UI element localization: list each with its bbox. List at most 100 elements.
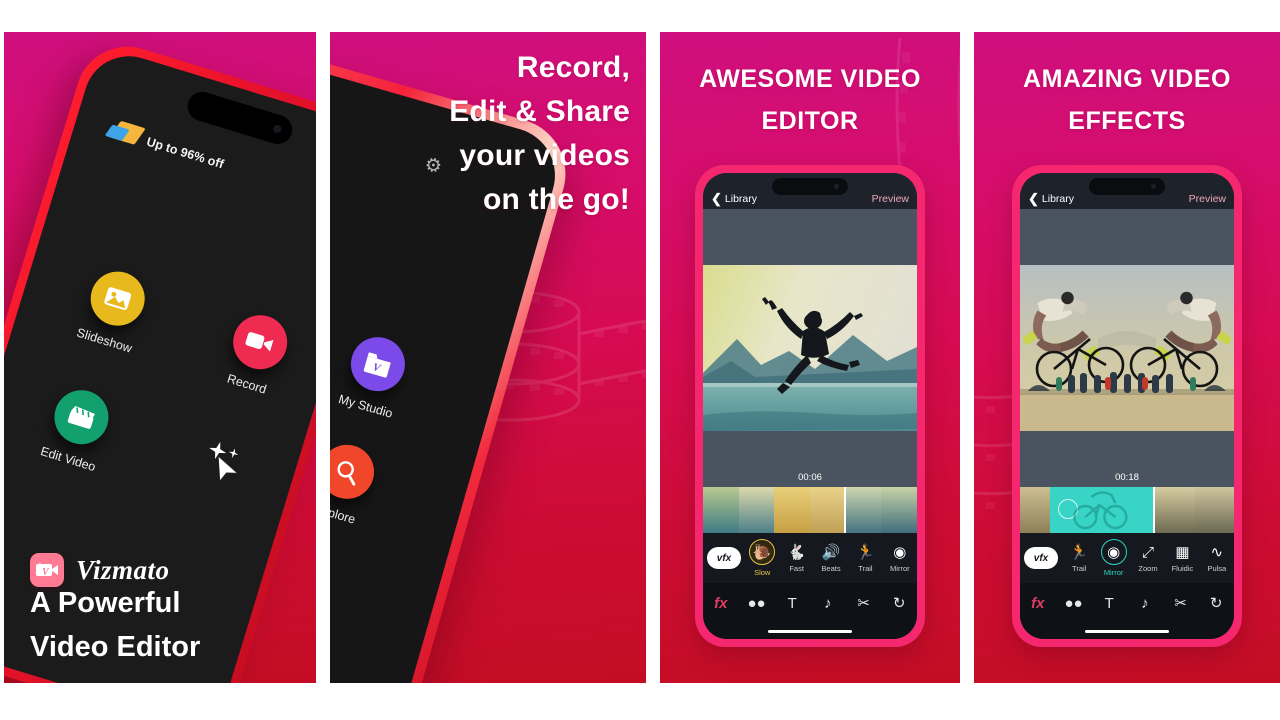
effect-label: Trail <box>858 564 873 573</box>
effect-label: Trail <box>1072 564 1087 573</box>
playhead[interactable] <box>1152 487 1155 533</box>
cut-tool-icon[interactable]: ✂ <box>846 594 882 612</box>
vfx-toggle-button[interactable]: vfx <box>1024 547 1058 569</box>
home-indicator <box>703 623 917 639</box>
video-camera-icon <box>225 308 294 376</box>
text-tool-icon[interactable]: T <box>1091 595 1127 612</box>
home-tile-label: Explore <box>330 501 358 527</box>
music-tool-icon[interactable]: ♪ <box>1127 595 1163 612</box>
timeline-clip-selected[interactable] <box>1049 487 1153 533</box>
speed-tool-icon[interactable]: ↻ <box>881 594 917 612</box>
promo-label: Up to 96% off <box>144 134 226 172</box>
effect-zoom[interactable]: ⤢ Zoom <box>1131 543 1165 574</box>
effect-pulsate[interactable]: ∿ Pulsa <box>1200 543 1234 574</box>
video-preview-stage[interactable]: 00:18 <box>1020 209 1234 487</box>
home-tile-edit-video[interactable]: Edit Video <box>4 372 152 485</box>
timeline-thumb[interactable] <box>1020 487 1050 533</box>
cursor-sparkle-icon <box>190 427 257 494</box>
fx-tool-icon[interactable]: fx <box>703 595 739 612</box>
sale-tag-icon <box>104 118 146 150</box>
panel-headline: AWESOME VIDEO EDITOR <box>660 58 960 142</box>
effect-beats[interactable]: 🔊 Beats <box>814 543 848 574</box>
effect-mirror[interactable]: ◉ Mirror <box>883 543 917 574</box>
home-action-list: V My Studio Explore <box>330 330 412 528</box>
headline-line-3: your videos <box>459 139 630 172</box>
vfx-toggle-button[interactable]: vfx <box>707 547 741 569</box>
speed-tool-icon[interactable]: ↻ <box>1198 594 1234 612</box>
effect-fluidic[interactable]: ▦ Fluidic <box>1165 543 1199 574</box>
effect-label: Mirror <box>890 564 910 573</box>
timeline-strip[interactable] <box>1020 487 1234 533</box>
timeline-thumb[interactable] <box>845 487 882 533</box>
timeline-thumb[interactable] <box>810 487 846 533</box>
timeline-thumb[interactable] <box>881 487 917 533</box>
home-indicator <box>1020 623 1234 639</box>
device-screen: ❮ Library Preview <box>1020 173 1234 639</box>
home-tile-my-studio[interactable]: V My Studio <box>337 330 412 421</box>
cut-tool-icon[interactable]: ✂ <box>1163 594 1199 612</box>
filters-tool-icon[interactable]: ●● <box>739 595 775 612</box>
filters-tool-icon[interactable]: ●● <box>1056 595 1092 612</box>
timeline-thumb[interactable] <box>1195 487 1234 533</box>
effect-trail[interactable]: 🏃 Trail <box>848 543 882 574</box>
home-tile-record[interactable]: Record <box>182 297 316 410</box>
timeline-strip[interactable] <box>703 487 917 533</box>
text-tool-icon[interactable]: T <box>774 595 810 612</box>
video-preview-stage[interactable]: 00:06 <box>703 209 917 487</box>
effect-trail[interactable]: 🏃 Trail <box>1062 543 1096 574</box>
expand-arrows-icon: ⤢ <box>1142 543 1155 561</box>
effect-slow[interactable]: 🐌 Slow <box>745 539 779 577</box>
home-tile-explore[interactable]: Explore <box>330 438 381 528</box>
editor-tool-bar: fx ●● T ♪ ✂ ↻ <box>1020 583 1234 623</box>
home-action-grid: Slideshow Record Edit Video <box>4 254 316 529</box>
timeline-thumb[interactable] <box>703 487 739 533</box>
runner-icon: 🏃 <box>856 543 875 561</box>
dynamic-island <box>183 88 296 148</box>
mirror-icon: ◉ <box>893 543 907 561</box>
dynamic-island <box>772 178 848 195</box>
effect-label: Zoom <box>1138 564 1158 573</box>
device-mockup-effects: ❮ Library Preview 00:18 vfx 🏃 Trail ◉ Mi… <box>1012 165 1242 647</box>
effect-mirror[interactable]: ◉ Mirror <box>1096 539 1130 577</box>
timecode-label: 00:18 <box>1115 472 1139 483</box>
playhead[interactable] <box>844 487 847 533</box>
folder-icon: V <box>344 330 412 398</box>
home-tile-label: Slideshow <box>75 325 134 356</box>
panel-headline: AMAZING VIDEO EFFECTS <box>974 58 1280 142</box>
headline-line-4: on the go! <box>483 183 630 216</box>
timeline-thumb[interactable] <box>774 487 811 533</box>
tagline-line-1: A Powerful <box>30 587 181 619</box>
panel-home: Up to 96% off Slideshow Record Edit Vide… <box>4 32 316 683</box>
fx-tool-icon[interactable]: fx <box>1020 595 1056 612</box>
preview-button[interactable]: Preview <box>1189 193 1226 205</box>
panel-tagline: A Powerful Video Editor <box>30 581 200 669</box>
back-to-library-button[interactable]: ❮ Library <box>1028 192 1074 205</box>
effect-label: Pulsa <box>1207 564 1227 573</box>
nav-back-label: Library <box>1041 192 1075 205</box>
headline-line-2: EFFECTS <box>1068 107 1186 135</box>
effect-fast[interactable]: 🐇 Fast <box>779 543 813 574</box>
waveform-icon: ∿ <box>1210 543 1224 561</box>
home-tile-label: Record <box>225 371 269 397</box>
editor-tool-bar: fx ●● T ♪ ✂ ↻ <box>703 583 917 623</box>
effect-label: Mirror <box>1103 568 1124 577</box>
search-icon <box>330 438 381 506</box>
music-tool-icon[interactable]: ♪ <box>810 595 846 612</box>
home-tile-label: Edit Video <box>38 444 98 475</box>
chevron-left-icon: ❮ <box>1028 191 1039 206</box>
gear-icon[interactable]: ⚙ <box>422 153 445 180</box>
back-to-library-button[interactable]: ❮ Library <box>711 192 757 205</box>
timecode-label: 00:06 <box>798 472 822 483</box>
promo-banner[interactable]: Up to 96% off <box>104 118 227 176</box>
effect-label: Beats <box>821 564 841 573</box>
headline-line-2: EDITOR <box>761 107 859 135</box>
timeline-thumb[interactable] <box>738 487 775 533</box>
home-tile-slideshow[interactable]: Slideshow <box>40 254 188 367</box>
dynamic-island <box>1089 178 1165 195</box>
effects-bar: vfx 🏃 Trail ◉ Mirror ⤢ Zoom ▦ Fluidic ∿ … <box>1020 533 1234 583</box>
preview-button[interactable]: Preview <box>872 193 909 205</box>
headline-line-2: Edit & Share <box>449 95 630 128</box>
headline-line-1: AMAZING VIDEO <box>1023 65 1231 93</box>
timeline-thumb[interactable] <box>1152 487 1196 533</box>
home-tile-sparkle-cursor <box>146 416 294 529</box>
